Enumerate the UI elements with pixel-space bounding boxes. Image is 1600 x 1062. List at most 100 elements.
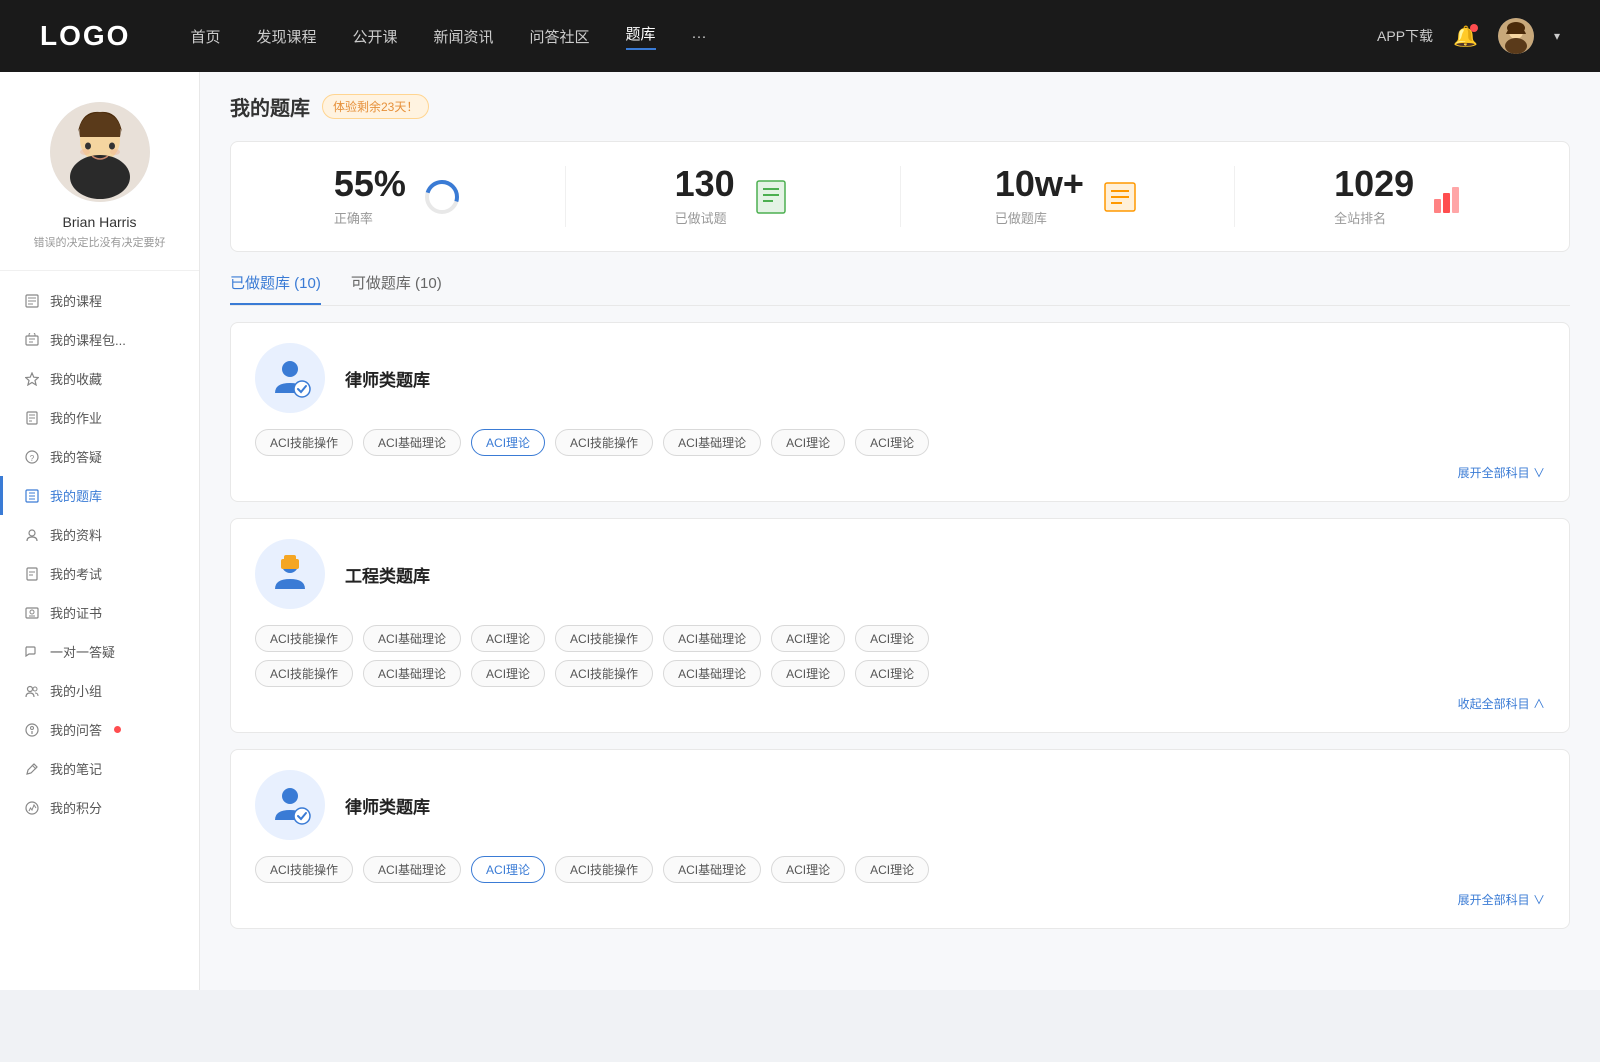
tag-item[interactable]: ACI技能操作 xyxy=(555,625,653,652)
sidebar-item-favorite[interactable]: 我的收藏 xyxy=(0,359,199,398)
sidebar-item-my-course[interactable]: 我的课程 xyxy=(0,281,199,320)
tag-item[interactable]: ACI技能操作 xyxy=(555,660,653,687)
sidebar-item-label: 我的问答 xyxy=(50,720,102,739)
tag-item[interactable]: ACI理论 xyxy=(771,625,845,652)
notification-dot-questions xyxy=(114,726,121,733)
nav-open-course[interactable]: 公开课 xyxy=(352,26,397,47)
sidebar-item-qbank[interactable]: 我的题库 xyxy=(0,476,199,515)
tag-item[interactable]: ACI理论 xyxy=(471,625,545,652)
sidebar-item-label: 我的小组 xyxy=(50,681,102,700)
tag-item[interactable]: ACI技能操作 xyxy=(555,856,653,883)
tag-item[interactable]: ACI理论 xyxy=(855,660,929,687)
sidebar-item-exam[interactable]: 我的考试 xyxy=(0,554,199,593)
tag-item[interactable]: ACI技能操作 xyxy=(255,856,353,883)
user-avatar-nav[interactable] xyxy=(1498,18,1534,54)
sidebar-item-label: 我的积分 xyxy=(50,798,102,817)
tag-item[interactable]: ACI理论 xyxy=(855,625,929,652)
notification-dot xyxy=(1470,24,1478,32)
sidebar-item-label: 我的课程包... xyxy=(50,330,126,349)
expand-link-lawyer-1[interactable]: 展开全部科目 ∨ xyxy=(255,464,1545,481)
qbank-engineer-icon xyxy=(255,539,325,609)
stat-label-done-questions: 已做试题 xyxy=(675,208,735,227)
sidebar-item-group[interactable]: 我的小组 xyxy=(0,671,199,710)
sidebar-item-label: 我的考试 xyxy=(50,564,102,583)
qbank-lawyer-icon-2 xyxy=(255,770,325,840)
stat-value-accuracy: 55% xyxy=(334,166,406,202)
tag-item[interactable]: ACI基础理论 xyxy=(363,660,461,687)
navbar: LOGO 首页 发现课程 公开课 新闻资讯 问答社区 题库 ··· APP下载 … xyxy=(0,0,1600,72)
tabs-row: 已做题库 (10) 可做题库 (10) xyxy=(230,272,1570,306)
nav-discover[interactable]: 发现课程 xyxy=(256,26,316,47)
tag-item[interactable]: ACI基础理论 xyxy=(663,429,761,456)
nav-home[interactable]: 首页 xyxy=(190,26,220,47)
tag-item[interactable]: ACI理论 xyxy=(771,660,845,687)
sidebar-item-notes[interactable]: 我的笔记 xyxy=(0,749,199,788)
sidebar-item-my-questions[interactable]: 我的问答 xyxy=(0,710,199,749)
tag-item[interactable]: ACI基础理论 xyxy=(663,625,761,652)
qbank-title-engineer: 工程类题库 xyxy=(345,562,430,587)
tag-item[interactable]: ACI技能操作 xyxy=(255,660,353,687)
logo[interactable]: LOGO xyxy=(40,20,130,52)
stat-accuracy: 55% 正确率 xyxy=(231,166,566,227)
tag-item[interactable]: ACI技能操作 xyxy=(555,429,653,456)
sidebar-item-score[interactable]: 我的积分 xyxy=(0,788,199,827)
qbank-card-lawyer-1: 律师类题库 ACI技能操作 ACI基础理论 ACI理论 ACI技能操作 ACI基… xyxy=(230,322,1570,502)
sidebar-item-one-on-one[interactable]: 一对一答疑 xyxy=(0,632,199,671)
qbank-title-lawyer-2: 律师类题库 xyxy=(345,793,430,818)
qbank-title-lawyer-1: 律师类题库 xyxy=(345,366,430,391)
sidebar-item-label: 我的课程 xyxy=(50,291,102,310)
qbank-lawyer-icon xyxy=(255,343,325,413)
stat-done-questions: 130 已做试题 xyxy=(566,166,901,227)
tag-item[interactable]: ACI基础理论 xyxy=(363,625,461,652)
tag-item-active[interactable]: ACI理论 xyxy=(471,429,545,456)
my-questions-icon xyxy=(24,722,40,738)
tag-item[interactable]: ACI理论 xyxy=(471,660,545,687)
collapse-link-engineer[interactable]: 收起全部科目 ∧ xyxy=(255,695,1545,712)
main-layout: Brian Harris 错误的决定比没有决定要好 我的课程 我的课程包... xyxy=(0,72,1600,990)
tab-done-banks[interactable]: 已做题库 (10) xyxy=(230,272,321,305)
stat-label-done-banks: 已做题库 xyxy=(995,208,1084,227)
qbank-tags-engineer-row1: ACI技能操作 ACI基础理论 ACI理论 ACI技能操作 ACI基础理论 AC… xyxy=(255,625,1545,652)
app-download-button[interactable]: APP下载 xyxy=(1377,26,1433,46)
stat-value-done-banks: 10w+ xyxy=(995,166,1084,202)
tag-item[interactable]: ACI基础理论 xyxy=(363,856,461,883)
nav-menu: 首页 发现课程 公开课 新闻资讯 问答社区 题库 ··· xyxy=(190,23,1377,50)
stat-value-ranking: 1029 xyxy=(1334,166,1414,202)
notification-bell[interactable]: 🔔 xyxy=(1453,24,1478,49)
tag-item[interactable]: ACI技能操作 xyxy=(255,429,353,456)
sidebar-item-homework[interactable]: 我的作业 xyxy=(0,398,199,437)
nav-qa[interactable]: 问答社区 xyxy=(530,26,590,47)
user-profile: Brian Harris 错误的决定比没有决定要好 xyxy=(0,102,199,271)
tag-item[interactable]: ACI理论 xyxy=(855,429,929,456)
nav-qbank[interactable]: 题库 xyxy=(626,23,656,50)
tag-item[interactable]: ACI基础理论 xyxy=(663,856,761,883)
sidebar-item-resource[interactable]: 我的资料 xyxy=(0,515,199,554)
course-icon xyxy=(24,293,40,309)
tag-item[interactable]: ACI理论 xyxy=(771,429,845,456)
sidebar: Brian Harris 错误的决定比没有决定要好 我的课程 我的课程包... xyxy=(0,72,200,990)
user-menu-chevron[interactable]: ▾ xyxy=(1554,29,1560,43)
sidebar-item-course-pkg[interactable]: 我的课程包... xyxy=(0,320,199,359)
tab-available-banks[interactable]: 可做题库 (10) xyxy=(351,272,442,305)
tag-item[interactable]: ACI理论 xyxy=(855,856,929,883)
qbank-icon xyxy=(24,488,40,504)
sidebar-item-label: 一对一答疑 xyxy=(50,642,115,661)
sidebar-item-label: 我的作业 xyxy=(50,408,102,427)
tag-item[interactable]: ACI基础理论 xyxy=(363,429,461,456)
sidebar-item-label: 我的答疑 xyxy=(50,447,102,466)
score-icon xyxy=(24,800,40,816)
one-on-one-icon xyxy=(24,644,40,660)
tag-item[interactable]: ACI技能操作 xyxy=(255,625,353,652)
tag-item-active[interactable]: ACI理论 xyxy=(471,856,545,883)
sidebar-item-my-qa[interactable]: ? 我的答疑 xyxy=(0,437,199,476)
tag-item[interactable]: ACI理论 xyxy=(771,856,845,883)
stat-label-accuracy: 正确率 xyxy=(334,208,406,227)
nav-more[interactable]: ··· xyxy=(692,28,707,45)
sidebar-item-cert[interactable]: 我的证书 xyxy=(0,593,199,632)
user-name: Brian Harris xyxy=(63,214,137,230)
tag-item[interactable]: ACI基础理论 xyxy=(663,660,761,687)
svg-text:?: ? xyxy=(30,454,35,463)
nav-news[interactable]: 新闻资讯 xyxy=(434,26,494,47)
sidebar-item-label: 我的证书 xyxy=(50,603,102,622)
expand-link-lawyer-2[interactable]: 展开全部科目 ∨ xyxy=(255,891,1545,908)
